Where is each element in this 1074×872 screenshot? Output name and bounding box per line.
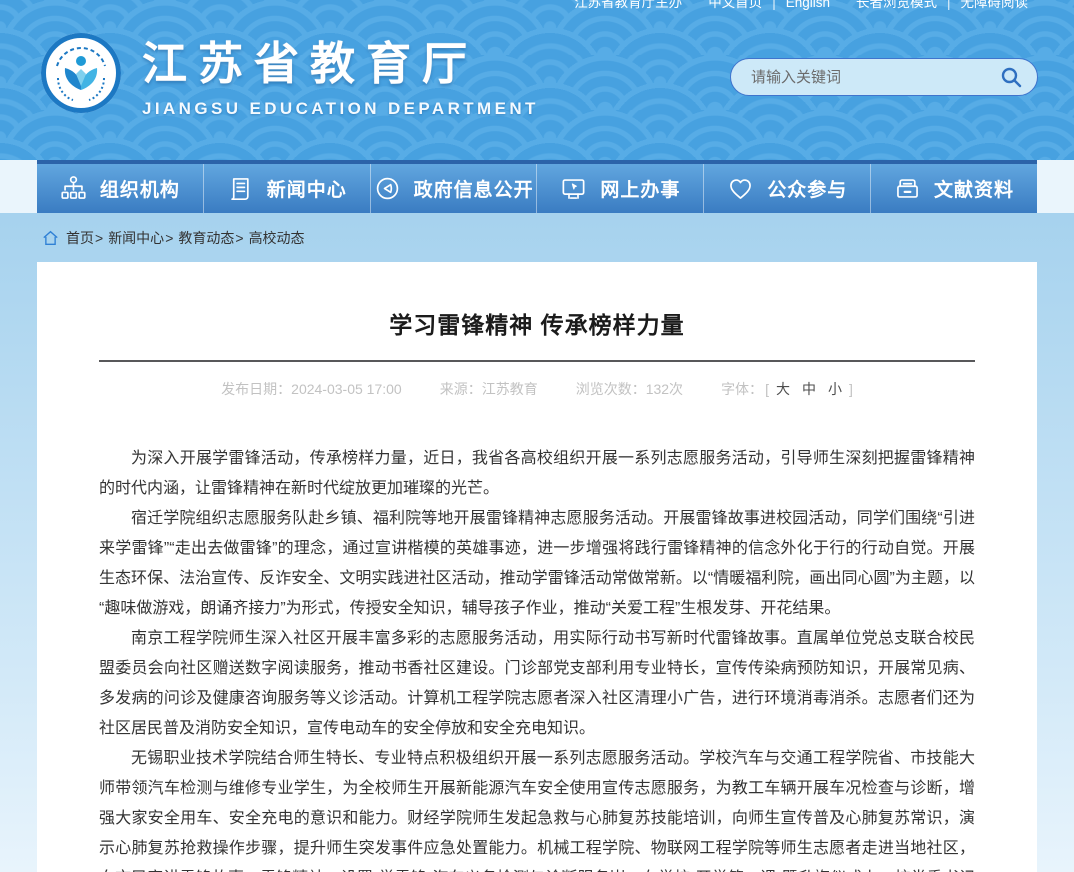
news-document-icon	[227, 175, 254, 202]
nav-item-label: 公众参与	[767, 175, 847, 202]
article-card: 学习雷锋精神 传承榜样力量 发布日期：2024-03-05 17:00 来源：江…	[37, 262, 1037, 872]
main-navigation: 组织机构 新闻中心 政府信息公开 网上办事 公众参与 文献资料	[37, 160, 1037, 213]
site-title: 江苏省教育厅	[142, 27, 539, 92]
topbar-separator: |	[947, 0, 951, 13]
view-count: 浏览次数：132次	[576, 379, 683, 399]
breadcrumb-separator: >	[235, 230, 243, 246]
nav-item-public-participation[interactable]: 公众参与	[704, 164, 871, 213]
publish-date: 发布日期：2024-03-05 17:00	[221, 379, 402, 399]
search-box	[730, 58, 1038, 96]
nav-item-label: 网上办事	[600, 175, 680, 202]
article-meta: 发布日期：2024-03-05 17:00 来源：江苏教育 浏览次数：132次 …	[99, 379, 975, 399]
bracket-open: [	[765, 381, 769, 397]
heart-icon	[727, 175, 754, 202]
article-paragraph: 南京工程学院师生深入社区开展丰富多彩的志愿服务活动，用实际行动书写新时代雷锋故事…	[99, 624, 975, 744]
font-size-medium-button[interactable]: 中	[797, 379, 821, 399]
topbar-link-elder-mode[interactable]: 长者浏览模式	[856, 0, 937, 13]
breadcrumb-home[interactable]: 首页	[66, 228, 94, 248]
article-source: 来源：江苏教育	[440, 379, 538, 399]
bracket-close: ]	[849, 381, 853, 397]
archive-icon	[894, 175, 921, 202]
topbar: 江苏省教育厅主办 中文首页 | English 长者浏览模式 | 无障碍阅读	[0, 0, 1074, 13]
breadcrumb-separator: >	[165, 230, 173, 246]
nav-item-organization[interactable]: 组织机构	[37, 164, 204, 213]
nav-item-news-center[interactable]: 新闻中心	[204, 164, 371, 213]
breadcrumb-separator: >	[95, 230, 103, 246]
breadcrumb-news-center[interactable]: 新闻中心	[108, 228, 164, 248]
article-paragraph: 为深入开展学雷锋活动，传承榜样力量，近日，我省各高校组织开展一系列志愿服务活动，…	[99, 444, 975, 504]
topbar-link-host[interactable]: 江苏省教育厅主办	[574, 0, 682, 13]
breadcrumb: 首页 > 新闻中心 > 教育动态 > 高校动态	[0, 213, 1074, 262]
home-icon	[42, 230, 66, 246]
topbar-link-english[interactable]: English	[786, 0, 830, 13]
site-logo-and-title[interactable]: 江苏省教育厅 JIANGSU EDUCATION DEPARTMENT	[40, 27, 539, 119]
info-disclosure-icon	[374, 175, 401, 202]
font-size-control: 字体： [ 大 中 小 ]	[721, 379, 853, 399]
nav-item-gov-info-disclosure[interactable]: 政府信息公开	[371, 164, 538, 213]
article-body: 为深入开展学雷锋活动，传承榜样力量，近日，我省各高校组织开展一系列志愿服务活动，…	[99, 444, 975, 872]
search-input[interactable]	[731, 69, 999, 86]
nav-item-online-services[interactable]: 网上办事	[537, 164, 704, 213]
topbar-link-accessibility[interactable]: 无障碍阅读	[961, 0, 1029, 13]
article-title: 学习雷锋精神 传承榜样力量	[99, 306, 975, 340]
nav-item-label: 新闻中心	[267, 175, 347, 202]
online-service-monitor-icon	[560, 175, 587, 202]
breadcrumb-university-news[interactable]: 高校动态	[249, 228, 305, 248]
nav-item-label: 组织机构	[100, 175, 180, 202]
article-paragraph: 宿迁学院组织志愿服务队赴乡镇、福利院等地开展雷锋精神志愿服务活动。开展雷锋故事进…	[99, 504, 975, 624]
search-button[interactable]	[999, 65, 1037, 89]
nav-item-documents[interactable]: 文献资料	[871, 164, 1037, 213]
nav-item-label: 文献资料	[934, 175, 1014, 202]
breadcrumb-education-news[interactable]: 教育动态	[178, 228, 234, 248]
site-title-english: JIANGSU EDUCATION DEPARTMENT	[142, 99, 539, 119]
search-icon	[999, 65, 1023, 89]
site-header: 江苏省教育厅主办 中文首页 | English 长者浏览模式 | 无障碍阅读	[0, 0, 1074, 160]
title-divider	[99, 360, 975, 362]
topbar-link-chinese-home[interactable]: 中文首页	[708, 0, 762, 13]
jiangsu-education-seal-logo-icon	[40, 32, 122, 114]
font-size-label: 字体：	[721, 379, 763, 399]
nav-item-label: 政府信息公开	[414, 175, 534, 202]
article-paragraph: 无锡职业技术学院结合师生特长、专业特点积极组织开展一系列志愿服务活动。学校汽车与…	[99, 744, 975, 872]
font-size-small-button[interactable]: 小	[823, 379, 847, 399]
topbar-separator: |	[772, 0, 776, 13]
org-chart-icon	[60, 175, 87, 202]
font-size-large-button[interactable]: 大	[771, 379, 795, 399]
page-body: 首页 > 新闻中心 > 教育动态 > 高校动态 学习雷锋精神 传承榜样力量 发布…	[0, 213, 1074, 872]
